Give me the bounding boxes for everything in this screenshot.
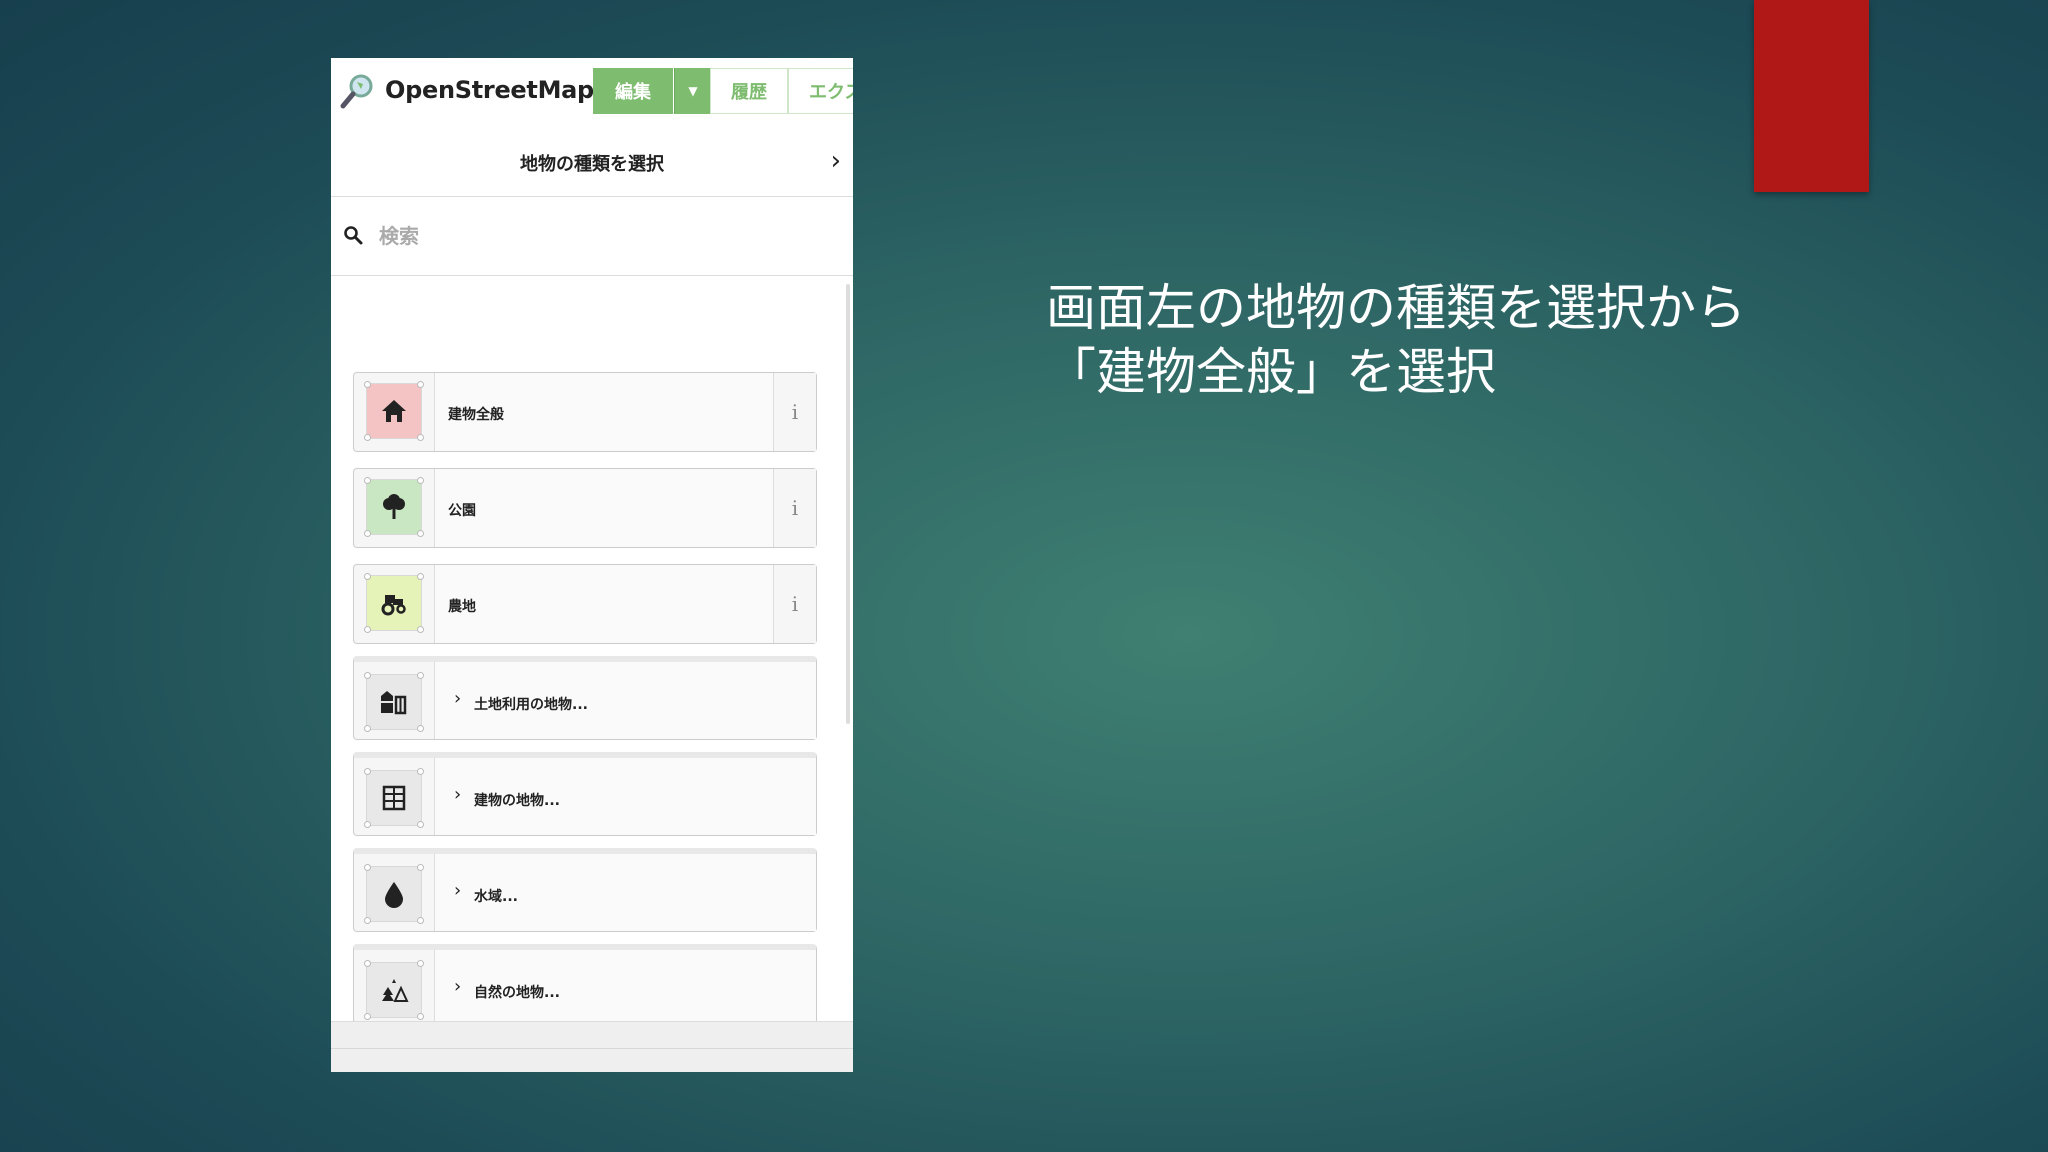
preset-item-label: 建物全般: [448, 407, 504, 423]
house-icon: [382, 400, 406, 422]
tractor-icon: [381, 595, 406, 616]
search-icon: [344, 226, 363, 245]
nature-icon: [382, 979, 409, 1002]
panel-header: 地物の種類を選択 ›: [331, 126, 853, 197]
category-label: 自然の地物...: [474, 985, 560, 1001]
tree-icon: [383, 494, 405, 519]
panel-title: 地物の種類を選択: [520, 154, 664, 175]
chevron-right-icon: ›: [454, 880, 462, 901]
category-icon-box: [364, 864, 424, 924]
chevron-right-icon: ›: [454, 688, 462, 709]
category-building-features[interactable]: › 建物の地物...: [353, 752, 817, 836]
preset-list: 建物全般 i 公園 i 農地 i › 土地利用の地物... › 建物の地物...…: [331, 276, 853, 1072]
preset-item-building[interactable]: 建物全般 i: [353, 372, 817, 452]
info-button[interactable]: i: [773, 469, 816, 547]
export-tab[interactable]: エクス: [788, 68, 853, 114]
category-label: 建物の地物...: [474, 793, 560, 809]
category-landuse[interactable]: › 土地利用の地物...: [353, 656, 817, 740]
preset-icon-box: [364, 381, 424, 441]
info-button[interactable]: i: [773, 565, 816, 643]
osm-editor-screenshot: OpenStreetMap 編集 ▼ 履歴 エクス 地物の種類を選択 ›: [331, 58, 853, 1072]
brand-name[interactable]: OpenStreetMap: [385, 76, 594, 104]
preset-item-label: 公園: [448, 503, 476, 519]
category-icon-box: [364, 672, 424, 732]
water-drop-icon: [385, 882, 403, 908]
category-icon-box: [364, 768, 424, 828]
category-label: 水域...: [474, 889, 518, 905]
preset-item-park[interactable]: 公園 i: [353, 468, 817, 548]
osm-logo-icon: [340, 74, 373, 109]
panel-footer: [331, 1021, 853, 1072]
info-button[interactable]: i: [773, 373, 816, 451]
category-water[interactable]: › 水域...: [353, 848, 817, 932]
preset-icon-box: [364, 477, 424, 537]
preset-item-label: 農地: [448, 599, 476, 615]
category-icon-box: [364, 960, 424, 1020]
chevron-right-icon[interactable]: ›: [831, 146, 841, 176]
chevron-right-icon: ›: [454, 976, 462, 997]
edit-button[interactable]: 編集: [593, 68, 673, 114]
building-grid-icon: [382, 785, 406, 811]
caption-line-2: 「建物全般」を選択: [1046, 343, 1496, 401]
category-label: 土地利用の地物...: [474, 697, 588, 713]
history-tab[interactable]: 履歴: [710, 68, 788, 114]
top-bar: OpenStreetMap 編集 ▼ 履歴 エクス: [331, 58, 853, 126]
chevron-right-icon: ›: [454, 784, 462, 805]
preset-icon-box: [364, 573, 424, 633]
landuse-icon: [381, 691, 407, 715]
slide-caption: 画面左の地物の種類を選択から 「建物全般」を選択: [1046, 276, 1946, 404]
caret-down-icon: ▼: [688, 84, 698, 98]
category-natural[interactable]: › 自然の地物...: [353, 944, 817, 1028]
search-input[interactable]: [377, 217, 781, 255]
edit-dropdown-button[interactable]: ▼: [674, 68, 711, 114]
scrollbar[interactable]: [846, 284, 850, 724]
red-bookmark-accent: [1754, 0, 1869, 192]
caption-line-1: 画面左の地物の種類を選択から: [1046, 279, 1746, 337]
search-bar: [331, 197, 853, 276]
preset-item-farmland[interactable]: 農地 i: [353, 564, 817, 644]
